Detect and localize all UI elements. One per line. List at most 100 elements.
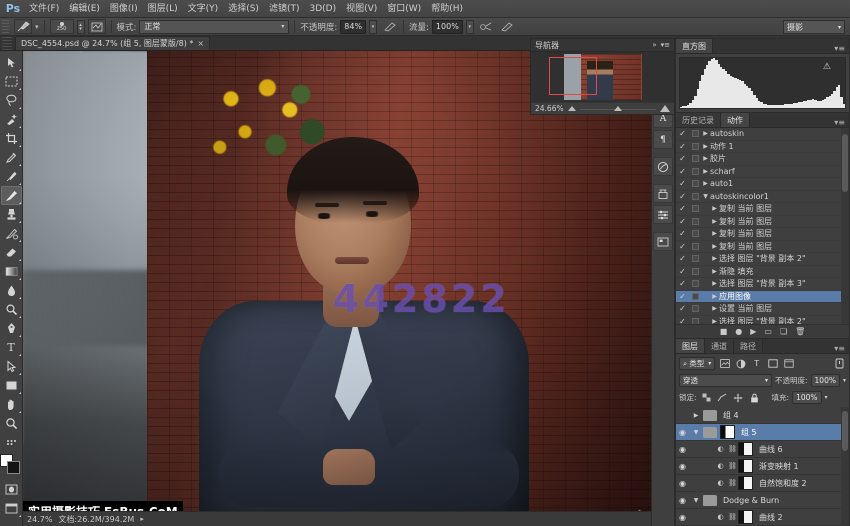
chevron-right-icon[interactable]: ▶ — [701, 130, 710, 137]
navigator-zoom-value[interactable]: 24.66% — [535, 104, 564, 113]
slider-thumb[interactable] — [614, 106, 622, 111]
new-set-icon[interactable]: ▭ — [764, 327, 772, 336]
status-zoom-value[interactable]: 24.7% — [27, 515, 52, 524]
marquee-tool[interactable] — [1, 72, 22, 91]
chevron-down-icon[interactable]: ▾ — [825, 394, 828, 401]
action-toggle-checkbox[interactable]: ✓ — [676, 167, 689, 176]
tab-histogram[interactable]: 直方图 — [676, 39, 713, 53]
adjustments-panel-icon[interactable] — [653, 184, 673, 203]
action-row[interactable]: ✓▶scharf — [676, 166, 849, 179]
lock-image-icon[interactable] — [716, 391, 729, 404]
clone-stamp-tool[interactable] — [1, 205, 22, 224]
chevron-right-icon[interactable]: ▶ — [710, 218, 719, 225]
lasso-tool[interactable] — [1, 91, 22, 110]
blur-tool[interactable] — [1, 281, 22, 300]
action-dialog-toggle[interactable] — [689, 280, 701, 287]
layer-row[interactable]: ◉◐⛓渐变映射 1 — [676, 458, 849, 475]
document-tab[interactable]: DSC_4554.psd @ 24.7% (组 5, 图层蒙版/8) * × — [15, 36, 210, 50]
eye-icon[interactable]: ◉ — [676, 479, 689, 488]
filter-power-icon[interactable] — [833, 357, 846, 370]
chevron-right-icon[interactable]: ▶ — [710, 230, 719, 237]
layer-thumbnail[interactable] — [738, 510, 753, 524]
background-color-swatch[interactable] — [7, 461, 20, 474]
action-dialog-toggle[interactable] — [689, 193, 701, 200]
action-toggle-checkbox[interactable]: ✓ — [676, 204, 689, 213]
actions-scrollbar[interactable] — [841, 128, 849, 324]
scrollbar-thumb[interactable] — [842, 411, 848, 451]
chevron-right-icon[interactable]: ▶ — [710, 305, 719, 312]
action-row[interactable]: ✓▶渐隐 填充 — [676, 266, 849, 279]
paragraph-panel-icon[interactable]: ¶ — [653, 130, 673, 149]
action-dialog-toggle[interactable] — [689, 205, 701, 212]
histogram-warning-icon[interactable]: ⚠ — [823, 62, 831, 72]
action-row[interactable]: ✓▶复制 当前 图层 — [676, 216, 849, 229]
action-dialog-toggle[interactable] — [689, 255, 701, 262]
brush-preset-picker[interactable]: 250 — [50, 19, 74, 34]
chevron-right-icon[interactable]: ▶ — [710, 293, 719, 300]
action-toggle-checkbox[interactable]: ✓ — [676, 192, 689, 201]
navigator-zoom-slider[interactable] — [580, 104, 656, 114]
link-icon[interactable]: ⛓ — [728, 462, 735, 470]
layer-row[interactable]: ▶组 4 — [676, 407, 849, 424]
action-row[interactable]: ✓▶应用图像 — [676, 291, 849, 304]
layers-list[interactable]: ▶组 4◉▼组 5◉◐⛓曲线 6◉◐⛓渐变映射 1◉◐⛓自然饱和度 2◉▼Dod… — [676, 407, 849, 526]
brush-preset-chevron-icon[interactable]: ▴▾ — [77, 20, 85, 34]
action-dialog-toggle[interactable] — [689, 130, 701, 137]
navigator-header-controls[interactable]: » ▾≡ — [652, 41, 670, 49]
menu-file[interactable]: 文件(F) — [24, 1, 64, 17]
layers-scrollbar[interactable] — [841, 407, 849, 526]
action-toggle-checkbox[interactable]: ✓ — [676, 179, 689, 188]
eyedropper-tool[interactable] — [1, 148, 22, 167]
chevron-right-icon[interactable]: ▶ — [701, 168, 710, 175]
menu-type[interactable]: 文字(Y) — [183, 1, 224, 17]
menu-help[interactable]: 帮助(H) — [426, 1, 468, 17]
tab-layers[interactable]: 图层 — [676, 339, 705, 353]
action-dialog-toggle[interactable] — [689, 168, 701, 175]
eye-icon[interactable]: ◉ — [676, 496, 689, 505]
navigator-thumbnail[interactable] — [531, 52, 674, 102]
current-tool-brush-icon[interactable] — [14, 19, 32, 34]
menu-view[interactable]: 视图(V) — [341, 1, 382, 17]
layer-thumbnail[interactable] — [738, 476, 753, 490]
type-tool[interactable]: T — [1, 338, 22, 357]
action-dialog-toggle[interactable] — [689, 305, 701, 312]
chevron-right-icon[interactable]: ▶ — [692, 412, 700, 419]
quick-mask-icon[interactable] — [1, 480, 22, 499]
menu-select[interactable]: 选择(S) — [223, 1, 264, 17]
link-icon[interactable]: ⛓ — [728, 479, 735, 487]
action-toggle-checkbox[interactable]: ✓ — [676, 292, 689, 301]
action-row[interactable]: ✓▶复制 当前 图层 — [676, 228, 849, 241]
record-icon[interactable]: ● — [735, 327, 742, 336]
chevron-right-icon[interactable]: ▶ — [710, 255, 719, 262]
tab-channels[interactable]: 通道 — [705, 339, 734, 353]
action-dialog-toggle[interactable] — [689, 180, 701, 187]
dodge-tool[interactable] — [1, 300, 22, 319]
action-dialog-toggle[interactable] — [689, 243, 701, 250]
layer-row[interactable]: ◉▼组 5 — [676, 424, 849, 441]
chevron-down-icon[interactable]: ▾ — [843, 377, 846, 384]
action-dialog-toggle[interactable] — [689, 155, 701, 162]
chevron-right-icon[interactable]: ▶ — [710, 280, 719, 287]
layer-thumbnail[interactable] — [738, 459, 753, 473]
opacity-input[interactable]: 84% — [340, 20, 366, 34]
layer-row[interactable]: ◉◐⛓曲线 6 — [676, 441, 849, 458]
action-toggle-checkbox[interactable]: ✓ — [676, 129, 689, 138]
panel-menu-icon[interactable]: ▾≡ — [661, 41, 670, 49]
history-brush-tool[interactable] — [1, 224, 22, 243]
action-toggle-checkbox[interactable]: ✓ — [676, 254, 689, 263]
action-toggle-checkbox[interactable]: ✓ — [676, 229, 689, 238]
action-row[interactable]: ✓▶选择 图层 "背景 副本 3" — [676, 278, 849, 291]
path-selection-tool[interactable] — [1, 357, 22, 376]
panel-menu-icon[interactable]: ▾≡ — [834, 44, 849, 53]
menu-window[interactable]: 窗口(W) — [382, 1, 426, 17]
layer-row[interactable]: ◉▼Dodge & Burn — [676, 492, 849, 509]
menu-3d[interactable]: 3D(D) — [304, 1, 341, 17]
action-row[interactable]: ✓▶设置 当前 图层 — [676, 303, 849, 316]
airbrush-icon[interactable] — [477, 19, 495, 34]
shape-filter-icon[interactable] — [766, 357, 779, 370]
chevron-down-icon[interactable]: ▼ — [701, 193, 710, 200]
layer-row[interactable]: ◉◐⛓自然饱和度 2 — [676, 475, 849, 492]
menu-layer[interactable]: 图层(L) — [143, 1, 183, 17]
edit-toolbar-button[interactable] — [1, 433, 22, 452]
eye-icon[interactable]: ◉ — [676, 513, 689, 522]
